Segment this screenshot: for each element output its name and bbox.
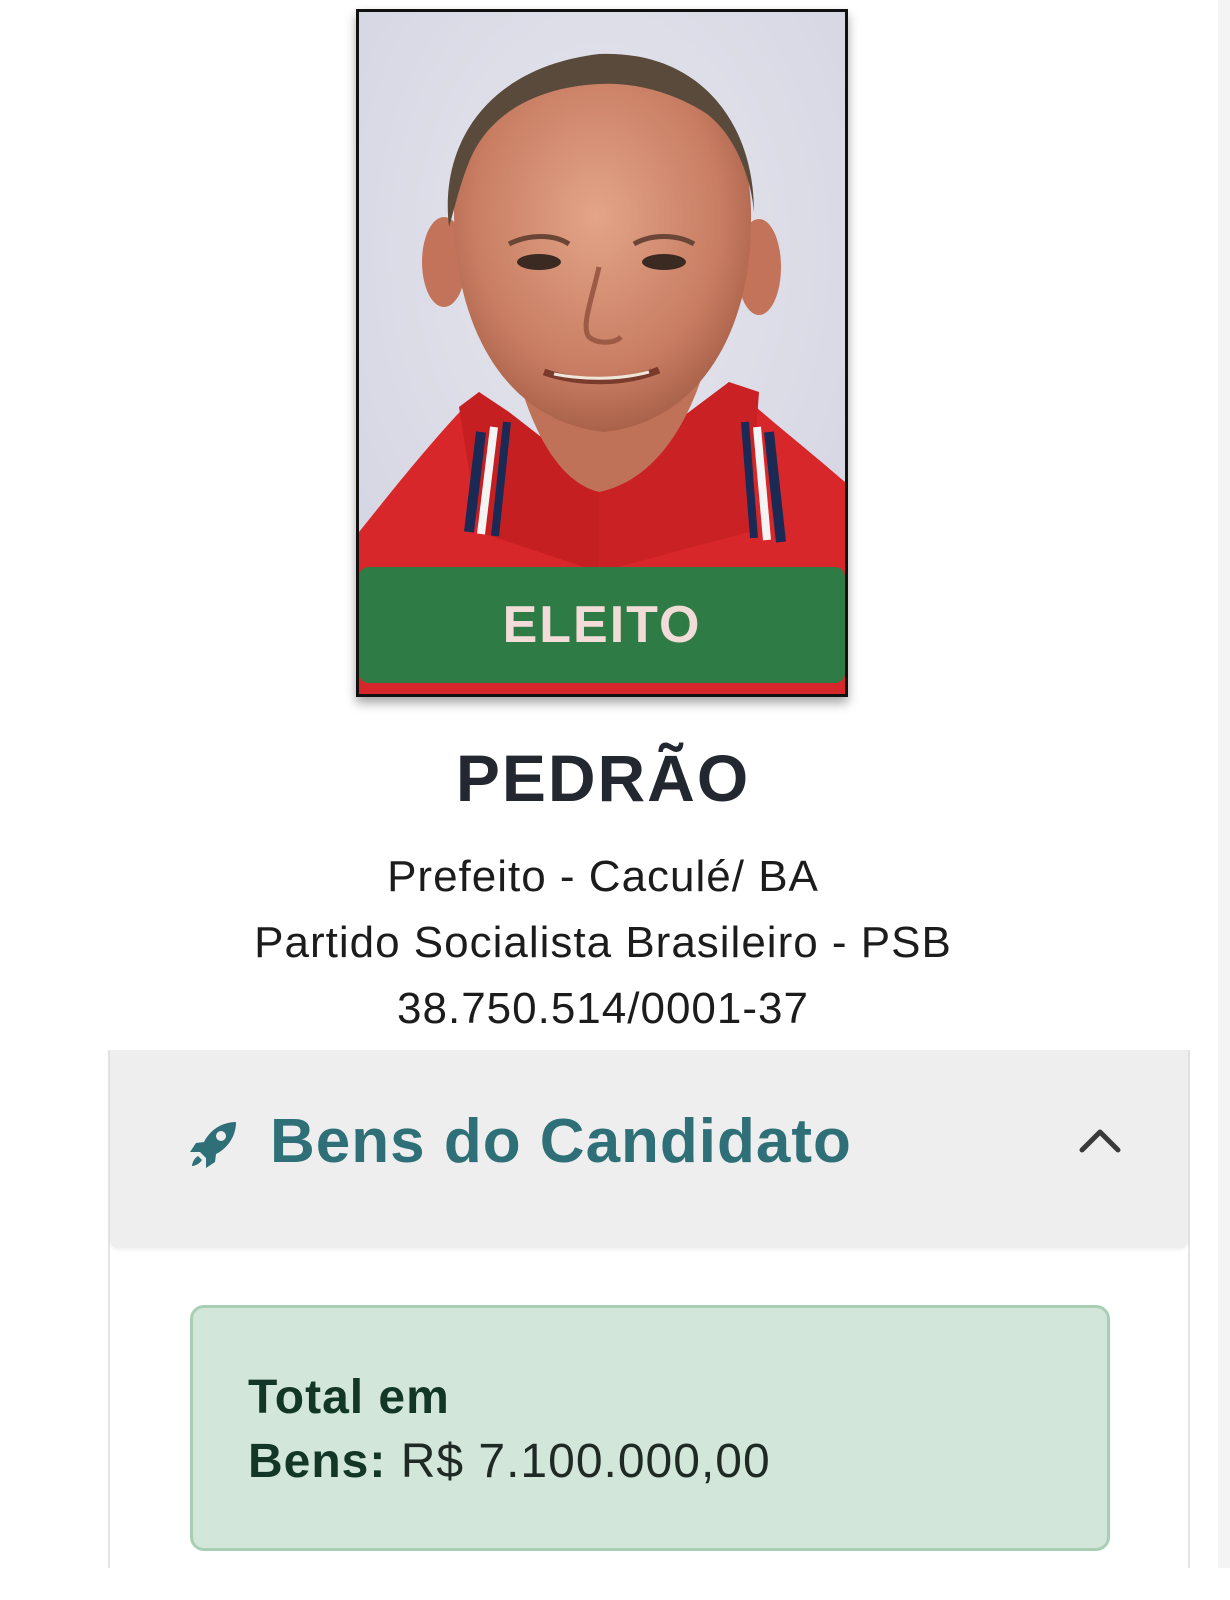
total-assets-label-line1: Total em <box>248 1371 450 1424</box>
candidate-page: ELEITO PEDRÃO Prefeito - Caculé/ BA Part… <box>0 0 1230 1600</box>
candidate-role-location: Prefeito - Caculé/ BA <box>387 852 819 901</box>
chevron-up-icon[interactable] <box>1078 1120 1122 1160</box>
candidate-name: PEDRÃO <box>455 741 751 815</box>
assets-accordion: Bens do Candidato Total em Bens: R$ 7.10… <box>108 1050 1190 1600</box>
bottom-strip <box>0 1568 1230 1600</box>
candidate-header: ELEITO PEDRÃO Prefeito - Caculé/ BA Part… <box>0 0 1218 1050</box>
candidate-party: Partido Socialista Brasileiro - PSB <box>254 918 952 967</box>
candidate-cnpj: 38.750.514/0001-37 <box>397 984 809 1033</box>
total-assets-value: R$ 7.100.000,00 <box>400 1435 771 1488</box>
assets-accordion-header[interactable]: Bens do Candidato <box>110 1050 1188 1248</box>
candidate-photo: ELEITO <box>356 9 848 697</box>
total-assets-text: Total em Bens: R$ 7.100.000,00 <box>248 1366 771 1494</box>
assets-section-title: Bens do Candidato <box>270 1107 852 1176</box>
elected-status-badge: ELEITO <box>359 567 845 683</box>
total-assets-box: Total em Bens: R$ 7.100.000,00 <box>190 1305 1110 1551</box>
total-assets-label-line2: Bens: <box>248 1435 387 1488</box>
rocket-icon <box>190 1122 236 1168</box>
page-edge <box>1218 0 1230 1600</box>
